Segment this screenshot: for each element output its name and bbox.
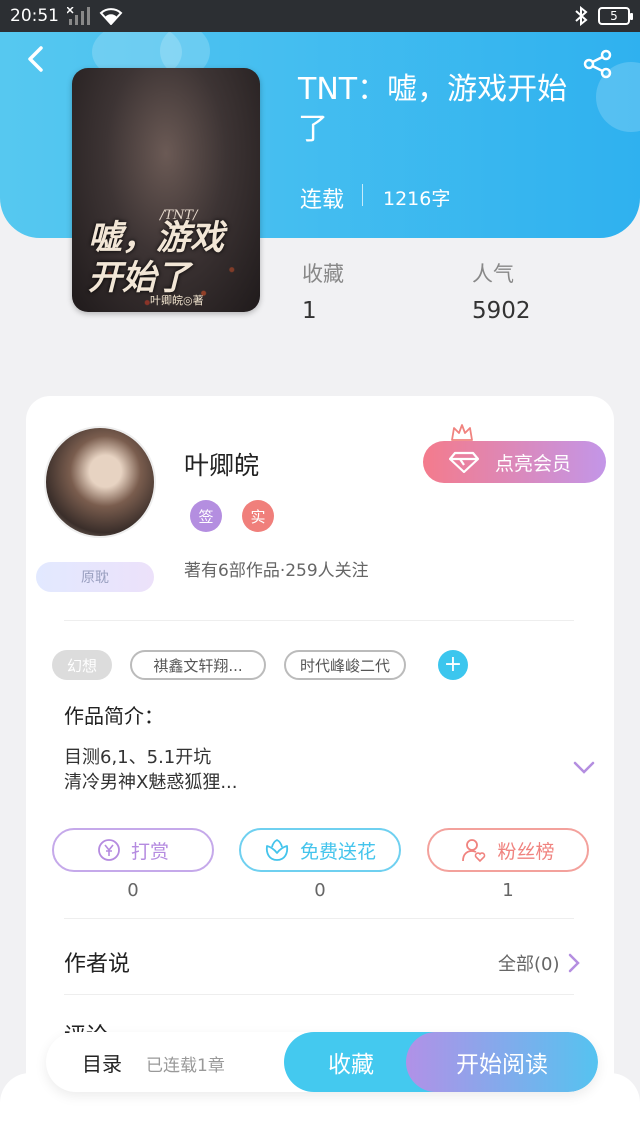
start-reading-label: 开始阅读: [456, 1052, 548, 1078]
cover-title: 嘘，游戏开始了: [88, 218, 224, 298]
back-icon[interactable]: [22, 44, 52, 74]
divider: [64, 620, 574, 621]
intro-text[interactable]: 目测6,1、5.1开坑 清冷男神X魅惑狐狸...: [64, 745, 238, 795]
wifi-icon: [99, 8, 123, 25]
fan-count: 1: [502, 880, 514, 901]
chapter-count: 已连载1章: [146, 1056, 225, 1076]
author-name[interactable]: 叶卿皖: [184, 446, 259, 482]
author-stats: 著有6部作品·259人关注: [184, 561, 369, 581]
chevron-right-icon: [568, 953, 580, 973]
bottom-action-bar: 目录 已连载1章 收藏 开始阅读: [46, 1032, 598, 1092]
book-title: TNT：嘘，游戏开始了: [298, 72, 568, 147]
chevron-down-icon[interactable]: [572, 760, 596, 776]
battery-icon: 5: [598, 7, 633, 25]
divider: [64, 994, 574, 995]
popularity-label: 人气: [472, 262, 514, 286]
author-says-all-link[interactable]: 全部(0): [498, 950, 580, 976]
start-reading-button[interactable]: 开始阅读: [406, 1032, 598, 1092]
cover-author: 叶卿皖◎著: [150, 294, 204, 307]
flower-count: 0: [314, 880, 326, 901]
diamond-icon: [449, 451, 479, 473]
genre-badge: 原耽: [36, 562, 154, 592]
clock: 20:51: [10, 6, 59, 26]
tip-count: 0: [127, 880, 139, 901]
flower-icon: [265, 839, 289, 861]
tag-group[interactable]: 时代峰峻二代: [284, 650, 406, 680]
send-flower-label: 免费送花: [299, 840, 376, 863]
signed-tag: 签: [190, 500, 222, 532]
tag-pairing[interactable]: 祺鑫文轩翔...: [130, 650, 266, 680]
fan-ranking-button[interactable]: 粉丝榜: [427, 828, 589, 872]
intro-heading: 作品简介：: [64, 704, 164, 728]
favorite-label: 收藏: [328, 1052, 374, 1078]
book-cover[interactable]: /TNT/ 嘘，游戏开始了 叶卿皖◎著: [72, 68, 260, 312]
battery-level: 5: [610, 9, 618, 23]
tip-button[interactable]: 打赏: [52, 828, 214, 872]
share-icon[interactable]: [582, 48, 614, 80]
verified-tag: 实: [242, 500, 274, 532]
tip-label: 打赏: [130, 840, 169, 863]
word-count: 1216字: [383, 188, 451, 210]
status-bar: 20:51 5: [0, 0, 640, 32]
divider: [362, 184, 363, 206]
genre-badge-label: 原耽: [81, 570, 109, 586]
favorites-label: 收藏: [302, 262, 344, 286]
author-says-all-label: 全部(0): [498, 954, 560, 975]
favorites-value: 1: [302, 298, 317, 324]
author-says-title: 作者说: [64, 952, 131, 977]
signal-icon: [67, 7, 90, 25]
book-status: 连载: [300, 188, 345, 213]
yen-icon: [98, 839, 120, 861]
popularity-value: 5902: [472, 298, 531, 324]
divider: [64, 918, 574, 919]
author-avatar[interactable]: [44, 426, 156, 538]
toc-button[interactable]: 目录: [82, 1048, 122, 1077]
vip-button[interactable]: 点亮会员: [423, 441, 606, 483]
fan-ranking-label: 粉丝榜: [497, 840, 555, 863]
add-tag-button[interactable]: +: [438, 650, 468, 680]
tag-fantasy[interactable]: 幻想: [52, 650, 112, 680]
send-flower-button[interactable]: 免费送花: [239, 828, 401, 872]
user-heart-icon: [462, 839, 486, 863]
vip-button-label: 点亮会员: [495, 452, 572, 475]
bluetooth-icon: [575, 6, 588, 26]
